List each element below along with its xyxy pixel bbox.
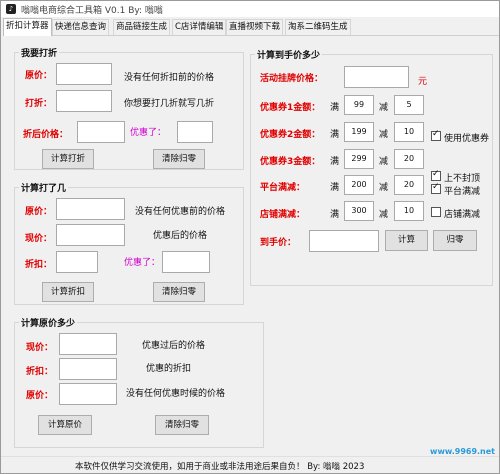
discount-hint: 你想要打几折就写几折 <box>124 99 215 109</box>
orig-now-input[interactable] <box>59 333 117 355</box>
platform-full-label: 平台满减： <box>260 183 306 193</box>
platform-threshold-input[interactable]: 200 <box>344 175 374 195</box>
orig-price-output[interactable] <box>59 383 117 405</box>
now-price-label: 现价： <box>25 234 53 244</box>
shop-minus-label: 减 <box>379 210 389 220</box>
tab-express-query[interactable]: 快递信息查询 <box>52 19 110 35</box>
rate-group: 计算打了几 原价： 没有任何优惠前的价格 现价： 优惠后的价格 折扣： 优惠了：… <box>14 181 244 305</box>
orig-now-hint: 优惠过后的价格 <box>142 341 206 351</box>
now-price-hint: 优惠后的价格 <box>153 231 208 241</box>
status-text: 本软件仅供学习交流使用，如用于商业或非法用途后果自负！ By: 嗡嗡 2023 <box>75 462 365 472</box>
shop-full-checkbox[interactable] <box>431 207 441 217</box>
rate-discount-output[interactable] <box>56 251 98 273</box>
shop-full-check-label: 店铺满减 <box>444 210 481 220</box>
orig-discount-hint: 优惠的折扣 <box>146 364 192 374</box>
listing-unit: 元 <box>418 77 428 87</box>
final-price-output[interactable] <box>309 230 379 252</box>
rate-saved-output[interactable] <box>162 251 210 273</box>
clear-final-button[interactable]: 归零 <box>433 230 477 251</box>
after-price-output[interactable] <box>77 121 125 143</box>
orig-price-label: 原价： <box>26 391 54 401</box>
after-price-label: 折后价格： <box>23 130 69 140</box>
coupon3-reduce-input[interactable]: 20 <box>394 149 424 169</box>
listing-price-label: 活动挂牌价格： <box>260 74 324 84</box>
coupon3-threshold-input[interactable]: 299 <box>344 149 374 169</box>
watermark-logo: www.9969.net <box>430 447 495 456</box>
rate-price-input[interactable] <box>56 198 125 220</box>
calc-original-button[interactable]: 计算原价 <box>38 415 92 435</box>
tab-live-video-download[interactable]: 直播视频下载 <box>226 19 284 35</box>
tab-c-store-editor[interactable]: C店详情编辑 <box>172 19 227 35</box>
saved-output[interactable] <box>177 121 213 143</box>
app-icon: ♪ <box>6 4 16 14</box>
coupon2-threshold-input[interactable]: 199 <box>344 122 374 142</box>
platform-full-char: 满 <box>330 183 340 193</box>
now-price-input[interactable] <box>56 224 125 246</box>
coupon1-full-label: 满 <box>330 103 340 113</box>
coupon1-reduce-input[interactable]: 5 <box>394 95 424 115</box>
coupon2-full-label: 满 <box>330 130 340 140</box>
discount-group-title: 我要打折 <box>19 46 60 59</box>
final-price-label: 到手价： <box>260 238 297 248</box>
coupon1-label: 优惠券1金额： <box>260 103 321 113</box>
discount-label: 打折： <box>25 99 53 109</box>
tab-strip: 折扣计算器 快递信息查询 商品链接生成 C店详情编辑 直播视频下载 淘系二维码生… <box>3 18 499 36</box>
platform-minus-label: 减 <box>379 183 389 193</box>
shop-threshold-input[interactable]: 300 <box>344 201 374 221</box>
window-title: 嗡嗡电商综合工具箱 V0.1 By: 嗡嗡 <box>21 6 163 16</box>
tab-qrcode-generator[interactable]: 淘系二维码生成 <box>285 19 351 35</box>
discount-input[interactable] <box>56 90 112 112</box>
price-hint: 没有任何折扣前的价格 <box>124 73 215 83</box>
final-price-group: 计算到手价多少 活动挂牌价格： 元 优惠券1金额： 满 99 减 5 优惠券2金… <box>250 48 493 286</box>
listing-price-input[interactable] <box>344 66 409 88</box>
final-group-title: 计算到手价多少 <box>255 48 323 61</box>
tab-content: 我要打折 原价： 没有任何折扣前的价格 打折： 你想要打几折就写几折 折后价格：… <box>4 36 498 456</box>
coupon3-full-label: 满 <box>330 157 340 167</box>
no-cap-label: 上不封顶 <box>444 174 481 184</box>
platform-full-check-label: 平台满减 <box>444 187 481 197</box>
rate-group-title: 计算打了几 <box>19 181 69 194</box>
calc-rate-button[interactable]: 计算折扣 <box>42 282 94 302</box>
shop-full-char: 满 <box>330 210 340 220</box>
clear-discount-button[interactable]: 清除归零 <box>153 149 205 169</box>
main-window: ♪ 嗡嗡电商综合工具箱 V0.1 By: 嗡嗡 折扣计算器 快递信息查询 商品链… <box>0 0 500 474</box>
clear-rate-button[interactable]: 清除归零 <box>153 282 205 302</box>
orig-discount-input[interactable] <box>59 358 117 380</box>
coupon1-minus-label: 减 <box>379 103 389 113</box>
rate-price-label: 原价： <box>25 207 53 217</box>
original-group-title: 计算原价多少 <box>19 316 78 329</box>
use-coupon-checkbox[interactable] <box>431 129 441 141</box>
coupon1-threshold-input[interactable]: 99 <box>344 95 374 115</box>
coupon2-minus-label: 减 <box>379 130 389 140</box>
discount-group: 我要打折 原价： 没有任何折扣前的价格 打折： 你想要打几折就写几折 折后价格：… <box>14 46 244 170</box>
price-input[interactable] <box>56 63 112 85</box>
clear-original-button[interactable]: 清除归零 <box>155 415 209 435</box>
no-cap-checkbox[interactable] <box>431 169 441 181</box>
coupon3-minus-label: 减 <box>379 157 389 167</box>
tab-discount-calculator[interactable]: 折扣计算器 <box>3 18 52 36</box>
orig-now-label: 现价： <box>26 343 54 353</box>
orig-discount-label: 折扣： <box>26 367 54 377</box>
calc-final-button[interactable]: 计算 <box>385 230 428 251</box>
orig-price-hint: 没有任何优惠时候的价格 <box>126 389 226 399</box>
platform-reduce-input[interactable]: 20 <box>394 175 424 195</box>
rate-saved-label: 优惠了： <box>124 258 161 268</box>
coupon3-label: 优惠券3金额： <box>260 157 321 167</box>
use-coupon-label: 使用优惠券 <box>444 134 490 144</box>
status-bar: 本软件仅供学习交流使用，如用于商业或非法用途后果自负！ By: 嗡嗡 2023 <box>1 456 499 473</box>
calc-discount-button[interactable]: 计算打折 <box>42 149 94 169</box>
rate-discount-label: 折扣： <box>25 260 53 270</box>
coupon2-label: 优惠券2金额： <box>260 130 321 140</box>
tab-link-generator[interactable]: 商品链接生成 <box>113 19 171 35</box>
shop-full-label: 店铺满减： <box>260 210 306 220</box>
shop-reduce-input[interactable]: 10 <box>394 201 424 221</box>
rate-price-hint: 没有任何优惠前的价格 <box>135 207 226 217</box>
saved-label: 优惠了： <box>130 128 167 138</box>
platform-full-checkbox[interactable] <box>431 182 441 194</box>
original-group: 计算原价多少 现价： 优惠过后的价格 折扣： 优惠的折扣 原价： 没有任何优惠时… <box>14 316 264 448</box>
title-bar: ♪ 嗡嗡电商综合工具箱 V0.1 By: 嗡嗡 <box>1 1 499 17</box>
coupon2-reduce-input[interactable]: 10 <box>394 122 424 142</box>
price-label: 原价： <box>25 71 53 81</box>
